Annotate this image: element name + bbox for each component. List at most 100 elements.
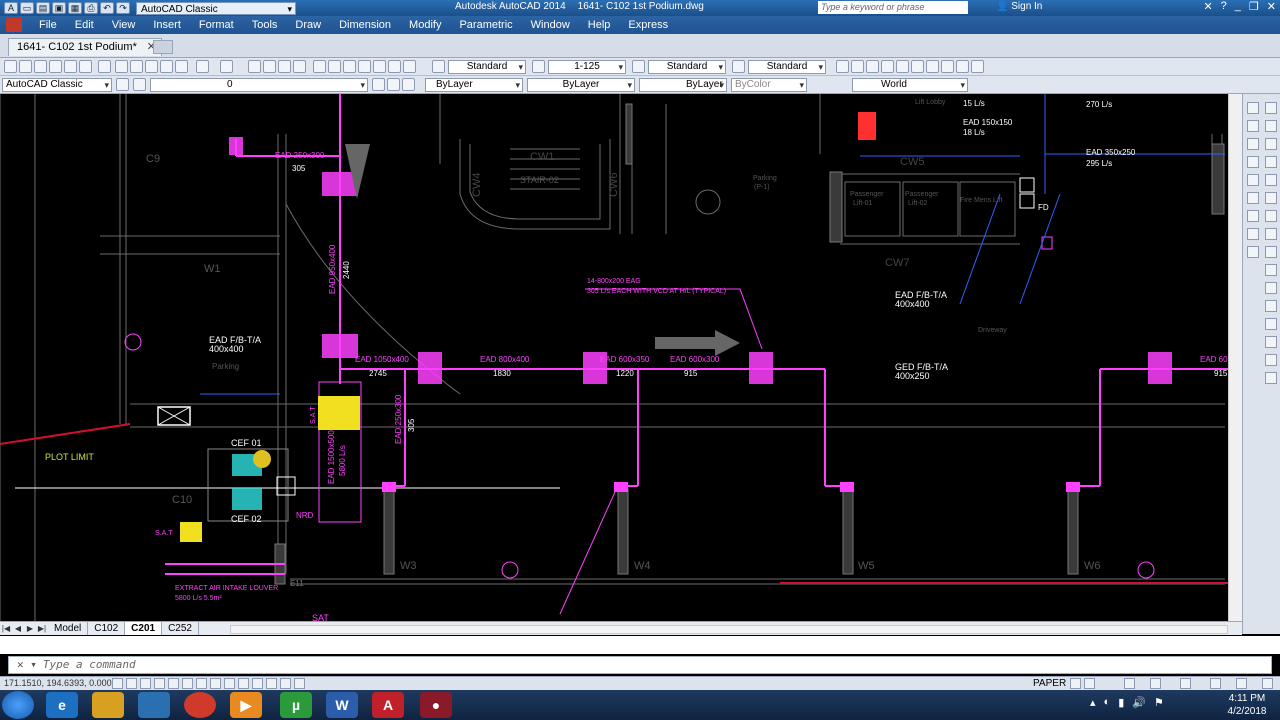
workspace-switching-icon[interactable] bbox=[1150, 678, 1161, 689]
hardware-acceleration-icon[interactable] bbox=[1210, 678, 1221, 689]
file-tab[interactable]: 1641- C102 1st Podium* ✕ bbox=[8, 38, 162, 56]
menu-edit[interactable]: Edit bbox=[66, 19, 103, 31]
publish-icon[interactable] bbox=[79, 60, 92, 73]
undo-icon[interactable] bbox=[196, 60, 209, 73]
object-snap-tracking-icon[interactable] bbox=[210, 678, 221, 689]
menu-format[interactable]: Format bbox=[190, 19, 243, 31]
zoom-realtime-icon[interactable] bbox=[263, 60, 276, 73]
table-style-select[interactable]: Standard bbox=[648, 60, 726, 74]
snap-mode-icon[interactable] bbox=[126, 678, 137, 689]
ie-icon[interactable]: e bbox=[46, 692, 78, 718]
layer-properties-icon[interactable] bbox=[133, 78, 146, 91]
command-close-icon[interactable]: ✕ ▾ bbox=[17, 658, 37, 671]
infer-constraints-icon[interactable] bbox=[112, 678, 123, 689]
break-icon[interactable] bbox=[1265, 300, 1277, 312]
dynamic-ucs-icon[interactable] bbox=[224, 678, 235, 689]
plot-icon[interactable] bbox=[49, 60, 62, 73]
taskbar-clock[interactable]: 4:11 PM 4/2/2018 bbox=[1222, 692, 1272, 718]
region-icon[interactable] bbox=[1247, 210, 1259, 222]
draw-rectangle-icon[interactable] bbox=[1247, 138, 1259, 150]
mirror-icon[interactable] bbox=[1265, 138, 1277, 150]
mleader-style-select[interactable]: Standard bbox=[748, 60, 826, 74]
help-icon[interactable]: ? bbox=[1221, 0, 1227, 13]
chrome-icon[interactable] bbox=[184, 692, 216, 718]
menu-modify[interactable]: Modify bbox=[400, 19, 450, 31]
isolate-objects-icon[interactable] bbox=[1236, 678, 1247, 689]
design-center-icon[interactable] bbox=[328, 60, 341, 73]
restore-icon[interactable]: ❐ bbox=[1249, 0, 1259, 13]
linetype-select[interactable]: ByLayer bbox=[527, 78, 635, 92]
stretch-icon[interactable] bbox=[1265, 246, 1277, 258]
make-current-icon[interactable] bbox=[372, 78, 385, 91]
menu-parametric[interactable]: Parametric bbox=[450, 19, 521, 31]
quickcalc-icon[interactable] bbox=[388, 60, 401, 73]
dynamic-input-icon[interactable] bbox=[238, 678, 249, 689]
qnew-icon[interactable] bbox=[4, 60, 17, 73]
media-player-icon[interactable]: ▶ bbox=[230, 692, 262, 718]
scale-icon[interactable] bbox=[1265, 228, 1277, 240]
join-icon[interactable] bbox=[1265, 318, 1277, 330]
annotation-scale-icon[interactable] bbox=[1124, 678, 1135, 689]
text-style-icon[interactable] bbox=[432, 60, 445, 73]
menu-tools[interactable]: Tools bbox=[243, 19, 287, 31]
minimize-icon[interactable]: _ bbox=[1235, 0, 1241, 13]
view-tool-5-icon[interactable] bbox=[896, 60, 909, 73]
object-snap-icon[interactable] bbox=[182, 678, 193, 689]
sheet-set-icon[interactable] bbox=[358, 60, 371, 73]
save-icon[interactable] bbox=[34, 60, 47, 73]
app-menu-icon[interactable]: A bbox=[4, 2, 18, 14]
file-explorer-icon[interactable] bbox=[92, 692, 124, 718]
extend-icon[interactable] bbox=[1265, 282, 1277, 294]
layer-select[interactable]: 0 bbox=[150, 78, 368, 92]
quick-view-layouts-icon[interactable] bbox=[1070, 678, 1081, 689]
trim-icon[interactable] bbox=[1265, 264, 1277, 276]
selection-cycling-icon[interactable] bbox=[294, 678, 305, 689]
workspace-select[interactable]: AutoCAD Classic bbox=[2, 78, 112, 92]
network-icon[interactable]: ▮ bbox=[1118, 696, 1124, 709]
flag-icon[interactable]: ⚑ bbox=[1154, 696, 1164, 709]
draw-arc-icon[interactable] bbox=[1247, 174, 1259, 186]
redo-icon[interactable]: ↷ bbox=[116, 2, 130, 14]
menu-view[interactable]: View bbox=[103, 19, 145, 31]
menu-draw[interactable]: Draw bbox=[286, 19, 330, 31]
redo-icon[interactable] bbox=[220, 60, 233, 73]
properties-icon[interactable] bbox=[313, 60, 326, 73]
tray-app-icon[interactable]: ◐ bbox=[1104, 696, 1111, 709]
mleader-style-icon[interactable] bbox=[732, 60, 745, 73]
view-tool-3-icon[interactable] bbox=[866, 60, 879, 73]
clean-screen-icon[interactable] bbox=[1262, 678, 1273, 689]
view-tool-8-icon[interactable] bbox=[941, 60, 954, 73]
draw-circle-icon[interactable] bbox=[1247, 156, 1259, 168]
help-icon[interactable] bbox=[403, 60, 416, 73]
hatch-icon[interactable] bbox=[1247, 192, 1259, 204]
tab-c252[interactable]: C252 bbox=[162, 622, 199, 635]
view-tool-4-icon[interactable] bbox=[881, 60, 894, 73]
first-layout-icon[interactable]: |◀ bbox=[0, 624, 12, 633]
undo-icon[interactable]: ↶ bbox=[100, 2, 114, 14]
pan-icon[interactable] bbox=[248, 60, 261, 73]
block-editor-icon[interactable] bbox=[175, 60, 188, 73]
mtext-icon[interactable] bbox=[1247, 246, 1259, 258]
workspace-settings-icon[interactable] bbox=[116, 78, 129, 91]
view-tool-10-icon[interactable] bbox=[971, 60, 984, 73]
quick-properties-icon[interactable] bbox=[280, 678, 291, 689]
tab-c102[interactable]: C102 bbox=[88, 622, 126, 635]
print-icon[interactable]: ⎙ bbox=[84, 2, 98, 14]
draw-polyline-icon[interactable] bbox=[1247, 120, 1259, 132]
copy-icon[interactable] bbox=[130, 60, 143, 73]
erase-icon[interactable] bbox=[1265, 102, 1277, 114]
fillet-icon[interactable] bbox=[1265, 354, 1277, 366]
layer-previous-icon[interactable] bbox=[387, 78, 400, 91]
draw-line-icon[interactable] bbox=[1247, 102, 1259, 114]
close-icon[interactable]: ✕ bbox=[1267, 0, 1276, 13]
menu-window[interactable]: Window bbox=[522, 19, 579, 31]
application-icon[interactable] bbox=[6, 18, 22, 32]
lineweight-select[interactable]: ByLayer bbox=[639, 78, 727, 92]
menu-file[interactable]: File bbox=[30, 19, 66, 31]
view-tool-2-icon[interactable] bbox=[851, 60, 864, 73]
view-tool-9-icon[interactable] bbox=[956, 60, 969, 73]
store-icon[interactable] bbox=[138, 692, 170, 718]
ucs-select[interactable]: World bbox=[852, 78, 968, 92]
menu-insert[interactable]: Insert bbox=[144, 19, 190, 31]
3dprint-icon[interactable] bbox=[98, 60, 111, 73]
